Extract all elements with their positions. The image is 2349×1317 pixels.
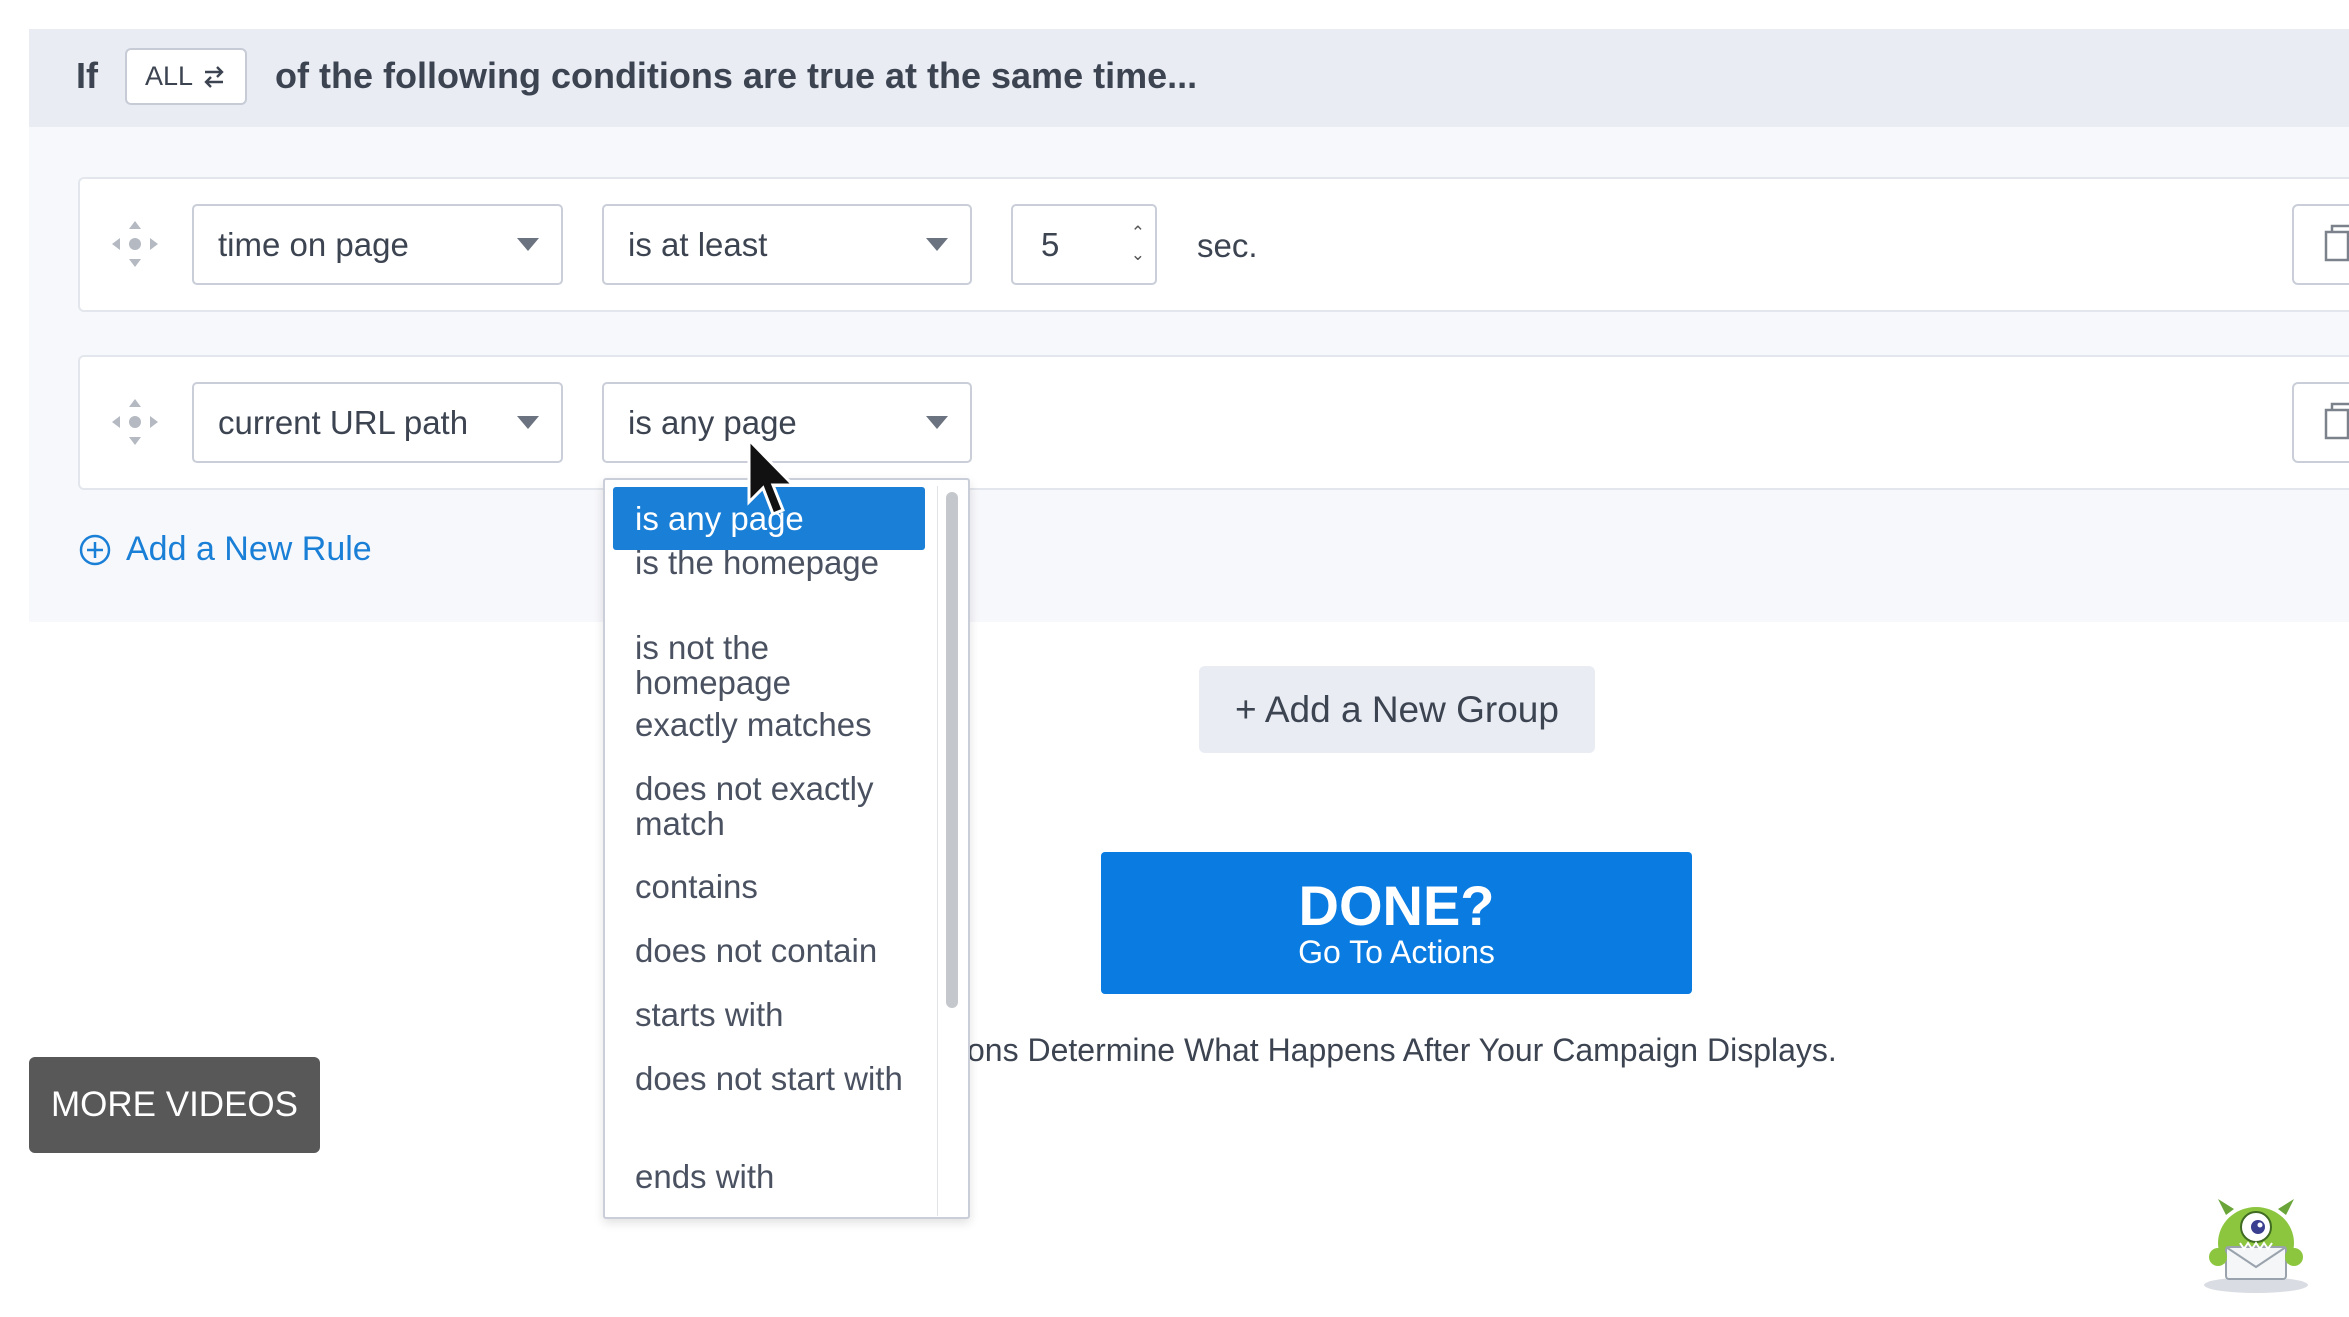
drag-handle-icon[interactable] [108, 217, 162, 271]
swap-arrows-icon [204, 65, 224, 88]
rule-1-unit-label: sec. [1197, 227, 1258, 264]
dropdown-option[interactable]: does not exactly match [613, 771, 925, 841]
operator-dropdown-list[interactable]: is any page is the homepage is not the h… [603, 478, 970, 1219]
copy-icon [2324, 402, 2349, 440]
dropdown-scrollbar[interactable] [937, 486, 960, 1216]
chevron-down-icon [926, 238, 948, 251]
number-stepper-icon[interactable]: ⌃ ⌄ [1131, 222, 1145, 266]
done-title: DONE? [1298, 874, 1495, 937]
more-videos-button[interactable]: MORE VIDEOS [29, 1057, 320, 1153]
dropdown-scroll-thumb[interactable] [946, 492, 958, 1008]
dropdown-option[interactable]: exactly matches [613, 707, 925, 742]
rule-1-field-select[interactable]: time on page [192, 204, 563, 285]
plus-circle-icon [79, 534, 111, 565]
rule-1-seconds-input[interactable]: 5 ⌃ ⌄ [1011, 204, 1157, 285]
dropdown-option[interactable]: ends with [613, 1159, 925, 1194]
copy-icon [2324, 224, 2349, 262]
duplicate-rule-1-button[interactable] [2292, 204, 2349, 285]
rule-1-seconds-value: 5 [1041, 225, 1060, 263]
add-new-group-button[interactable]: + Add a New Group [1199, 666, 1595, 753]
more-videos-label: MORE VIDEOS [51, 1085, 298, 1124]
dropdown-option[interactable]: does not start with [613, 1061, 925, 1096]
chevron-down-icon [517, 416, 539, 429]
done-go-to-actions-button[interactable]: DONE? Go To Actions [1101, 852, 1692, 994]
match-toggle-label: ALL [144, 61, 194, 91]
chevron-down-icon [926, 416, 948, 429]
add-new-rule-label: Add a New Rule [126, 530, 372, 568]
done-subtitle: Go To Actions [1298, 934, 1495, 970]
rule-1-field-value: time on page [218, 225, 409, 263]
condition-text: of the following conditions are true at … [275, 55, 1198, 96]
dropdown-option[interactable]: starts with [613, 997, 925, 1032]
rule-1-operator-value: is at least [628, 225, 768, 263]
add-new-rule-link[interactable]: Add a New Rule [78, 530, 372, 569]
optinmonster-mascot-icon [2204, 1199, 2308, 1293]
rule-2-field-value: current URL path [218, 403, 469, 441]
dropdown-option[interactable]: does not contain [613, 933, 925, 968]
dropdown-option[interactable]: is the homepage [613, 545, 925, 580]
chevron-down-icon [517, 238, 539, 251]
mouse-pointer-icon [747, 436, 797, 516]
add-new-group-label: + Add a New Group [1235, 688, 1559, 730]
match-all-toggle[interactable]: ALL [125, 48, 247, 105]
rule-2-field-select[interactable]: current URL path [192, 382, 563, 463]
duplicate-rule-2-button[interactable] [2292, 382, 2349, 463]
rule-1-operator-select[interactable]: is at least [602, 204, 972, 285]
dropdown-option[interactable]: is not the homepage [613, 630, 925, 700]
if-label: If [76, 55, 98, 96]
dropdown-option[interactable]: contains [613, 869, 925, 904]
drag-handle-icon[interactable] [108, 395, 162, 449]
actions-hint-text: ons Determine What Happens After Your Ca… [967, 1032, 1837, 1068]
